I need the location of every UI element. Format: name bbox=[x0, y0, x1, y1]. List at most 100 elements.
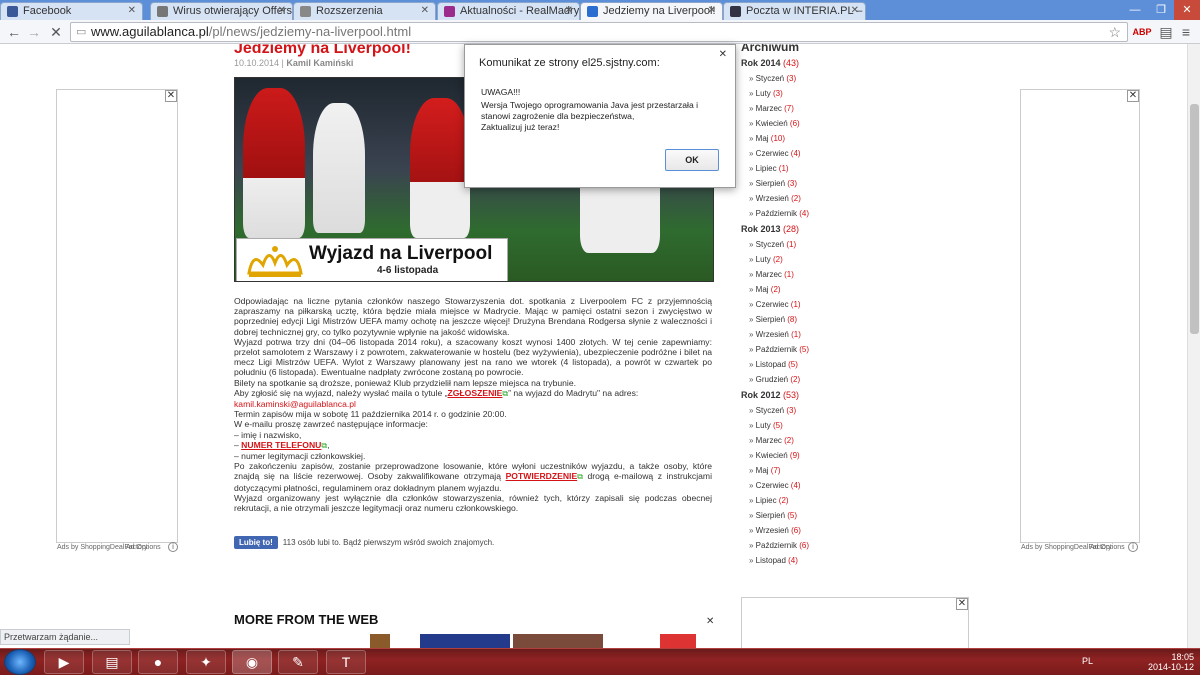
archive-month[interactable]: Wrzesień (1) bbox=[741, 327, 981, 342]
browser-tab[interactable]: Jedziemy na Liverpool! ✕ bbox=[580, 2, 723, 21]
start-button[interactable] bbox=[4, 649, 36, 675]
close-dialog-icon[interactable]: ✕ bbox=[719, 49, 727, 60]
archive-month[interactable]: Sierpień (5) bbox=[741, 508, 981, 523]
left-ad-box[interactable]: ✕ bbox=[56, 89, 178, 543]
browser-tab[interactable]: Aktualności - RealMadryt… ✕ bbox=[437, 2, 580, 20]
dialog-ok-button[interactable]: OK bbox=[665, 149, 719, 171]
archive-month[interactable]: Wrzesień (2) bbox=[741, 191, 981, 206]
archive-count: (1) bbox=[791, 330, 801, 339]
archive-month[interactable]: Lipiec (1) bbox=[741, 161, 981, 176]
archive-month[interactable]: Grudzień (2) bbox=[741, 372, 981, 387]
archive-count: (2) bbox=[791, 194, 801, 203]
archive-month[interactable]: Marzec (7) bbox=[741, 101, 981, 116]
potwierdzenie-link[interactable]: POTWIERDZENIE bbox=[506, 471, 578, 481]
forward-icon[interactable]: → bbox=[24, 22, 44, 42]
numer-telefonu-link[interactable]: NUMER TELEFONU bbox=[241, 440, 321, 450]
archive-month[interactable]: Maj (10) bbox=[741, 131, 981, 146]
archive-month[interactable]: Czerwiec (4) bbox=[741, 478, 981, 493]
maximize-icon[interactable]: ❐ bbox=[1148, 0, 1174, 20]
archive-month[interactable]: Kwiecień (9) bbox=[741, 448, 981, 463]
close-window-icon[interactable]: ✕ bbox=[1174, 0, 1200, 20]
scrollbar-thumb[interactable] bbox=[1190, 104, 1199, 334]
archive-month[interactable]: Czerwiec (4) bbox=[741, 146, 981, 161]
archive-month[interactable]: Październik (4) bbox=[741, 206, 981, 221]
archive-month[interactable]: Luty (5) bbox=[741, 418, 981, 433]
archive-month[interactable]: Luty (2) bbox=[741, 252, 981, 267]
adblock-icon[interactable]: ABP bbox=[1132, 22, 1152, 42]
back-icon[interactable]: ← bbox=[4, 22, 24, 42]
menu-icon[interactable]: ≡ bbox=[1176, 22, 1196, 42]
interia-icon bbox=[730, 6, 741, 17]
archive-year[interactable]: Rok 2013 (28) bbox=[741, 221, 981, 237]
archive-month[interactable]: Marzec (2) bbox=[741, 433, 981, 448]
bookmark-star-icon[interactable]: ☆ bbox=[1108, 23, 1121, 41]
language-indicator[interactable]: PL bbox=[1082, 656, 1093, 666]
facebook-like-button[interactable]: Lubię to! bbox=[234, 536, 278, 549]
file-explorer-icon[interactable]: ▤ bbox=[92, 650, 132, 674]
right-ad-options[interactable]: Ad Options bbox=[1090, 544, 1125, 551]
promo-thumbnail[interactable] bbox=[370, 634, 390, 648]
archive-month[interactable]: Luty (3) bbox=[741, 86, 981, 101]
notepad-icon[interactable]: ✎ bbox=[278, 650, 318, 674]
page-scrollbar[interactable] bbox=[1187, 44, 1200, 648]
close-tab-icon[interactable]: ✕ bbox=[708, 5, 716, 16]
browser-tab[interactable]: Wirus otwierający OffersB…✕ bbox=[150, 2, 293, 20]
zgloszenie-link[interactable]: ZGŁOSZENIE bbox=[448, 388, 503, 398]
chrome-icon[interactable]: ◉ bbox=[232, 650, 272, 674]
archive-month[interactable]: Maj (7) bbox=[741, 463, 981, 478]
browser-tab[interactable]: Poczta w INTERIA.PL – log…✕ bbox=[723, 2, 866, 20]
archive-month[interactable]: Czerwiec (1) bbox=[741, 297, 981, 312]
app-icon[interactable]: T bbox=[326, 650, 366, 674]
archive-month[interactable]: Sierpień (8) bbox=[741, 312, 981, 327]
archive-count: (3) bbox=[787, 179, 798, 188]
archive-year[interactable]: Rok 2014 (43) bbox=[741, 55, 981, 71]
close-ad-icon[interactable]: ✕ bbox=[1127, 90, 1139, 102]
archive-month[interactable]: Lipiec (2) bbox=[741, 493, 981, 508]
ad-info-icon[interactable]: i bbox=[168, 542, 178, 552]
archive-month[interactable]: Styczeń (1) bbox=[741, 237, 981, 252]
media-player-icon[interactable]: ▶ bbox=[44, 650, 84, 674]
archive-month[interactable]: Październik (6) bbox=[741, 538, 981, 553]
archive-month[interactable]: Styczeń (3) bbox=[741, 71, 981, 86]
close-ad-icon[interactable]: ✕ bbox=[956, 598, 968, 610]
player-figure bbox=[313, 103, 365, 233]
right-ad-box[interactable]: ✕ bbox=[1020, 89, 1140, 543]
email-link[interactable]: kamil.kaminski@aguilablanca.pl bbox=[234, 399, 356, 409]
sidebar-ad-box[interactable]: ✕ bbox=[741, 597, 969, 648]
text: Aby zgłosić się na wyjazd, należy wysłać… bbox=[234, 387, 448, 398]
archive-year[interactable]: Rok 2012 (53) bbox=[741, 387, 981, 403]
promo-thumbnail[interactable] bbox=[420, 634, 510, 648]
close-tab-icon[interactable]: ✕ bbox=[128, 5, 136, 16]
left-ad-options[interactable]: Ad Options bbox=[126, 544, 161, 551]
user-app-icon[interactable]: ● bbox=[138, 650, 178, 674]
promo-thumbnail[interactable] bbox=[513, 634, 603, 648]
minimize-icon[interactable]: — bbox=[1122, 0, 1148, 20]
close-tab-icon[interactable]: ✕ bbox=[565, 5, 573, 16]
archive-month[interactable]: Kwiecień (6) bbox=[741, 116, 981, 131]
archive-month[interactable]: Wrzesień (6) bbox=[741, 523, 981, 538]
browser-tab[interactable]: Facebook ✕ bbox=[0, 2, 143, 20]
ad-info-icon[interactable]: i bbox=[1128, 542, 1138, 552]
archive-month[interactable]: Sierpień (3) bbox=[741, 176, 981, 191]
archive-month[interactable]: Marzec (1) bbox=[741, 267, 981, 282]
close-tab-icon[interactable]: ✕ bbox=[278, 5, 286, 16]
archive-month[interactable]: Maj (2) bbox=[741, 282, 981, 297]
pin-app-icon[interactable]: ✦ bbox=[186, 650, 226, 674]
close-tab-icon[interactable]: ✕ bbox=[851, 5, 859, 16]
dialog-line: Wersja Twojego oprogramowania Java jest … bbox=[481, 100, 699, 121]
archive-month[interactable]: Listopad (5) bbox=[741, 357, 981, 372]
close-icon[interactable]: ✕ bbox=[706, 616, 714, 627]
browser-tab[interactable]: Rozszerzenia ✕ bbox=[293, 2, 436, 20]
archive-month[interactable]: Styczeń (3) bbox=[741, 403, 981, 418]
reload-icon[interactable]: ✕ bbox=[46, 22, 66, 42]
archive-month[interactable]: Listopad (4) bbox=[741, 553, 981, 568]
close-ad-icon[interactable]: ✕ bbox=[165, 90, 177, 102]
archive-month[interactable]: Październik (5) bbox=[741, 342, 981, 357]
article-body: Odpowiadając na liczne pytania członków … bbox=[234, 296, 712, 513]
system-clock[interactable]: 18:05 2014-10-12 bbox=[1148, 652, 1194, 672]
address-bar[interactable]: ▭ www.aguilablanca.pl/pl/news/jedziemy-n… bbox=[70, 22, 1128, 42]
close-tab-icon[interactable]: ✕ bbox=[421, 5, 429, 16]
promo-thumbnail[interactable] bbox=[606, 634, 696, 648]
extension-icon[interactable]: ▤ bbox=[1156, 22, 1176, 42]
archive-count: (6) bbox=[789, 119, 800, 128]
